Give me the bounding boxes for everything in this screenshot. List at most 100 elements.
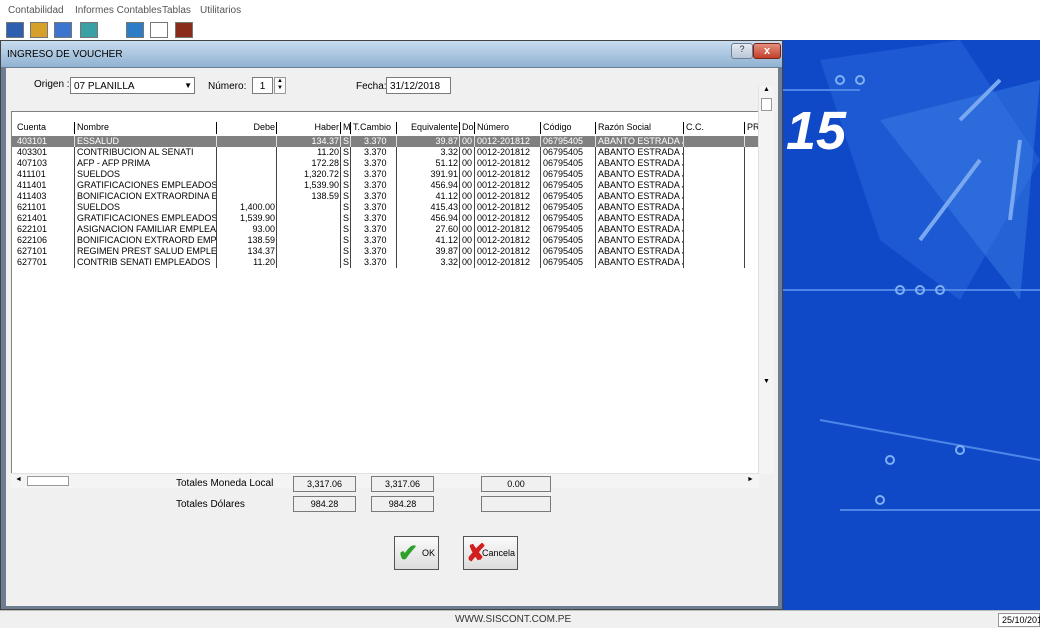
table-row[interactable]: 621101 SUELDOS 1,400.00 S 3.370 415.43 00 0012-… (12, 202, 768, 213)
cell-tcambio[interactable]: 3.370 (352, 224, 397, 235)
cell-debe[interactable] (218, 191, 277, 202)
col-header-tcambio[interactable]: T.Cambio (352, 122, 397, 134)
cell-debe[interactable]: 1,400.00 (218, 202, 277, 213)
close-button[interactable]: x (753, 43, 781, 59)
cell-moneda[interactable]: S (342, 235, 351, 246)
cell-debe[interactable]: 93.00 (218, 224, 277, 235)
cell-debe[interactable]: 134.37 (218, 246, 277, 257)
cell-nombre[interactable]: BONIFICACION EXTRAORDINA EM (76, 191, 217, 202)
cell-haber[interactable] (278, 246, 341, 257)
cell-numero[interactable]: 0012-201812 (476, 169, 541, 180)
cell-nombre[interactable]: SUELDOS (76, 202, 217, 213)
cell-haber[interactable]: 172.28 (278, 158, 341, 169)
exit-door-icon[interactable] (175, 22, 193, 38)
col-header-haber[interactable]: Haber (278, 122, 341, 134)
cell-debe[interactable]: 11.20 (218, 257, 277, 268)
scroll-thumb[interactable] (761, 98, 772, 111)
numero-field[interactable]: 1 (252, 77, 273, 94)
cell-cuenta[interactable]: 622106 (16, 235, 75, 246)
cell-haber[interactable]: 1,539.90 (278, 180, 341, 191)
cell-equivalente[interactable]: 51.12 (398, 158, 460, 169)
print-tool-icon[interactable] (126, 22, 144, 38)
cell-haber[interactable] (278, 202, 341, 213)
col-header-m[interactable]: M (342, 122, 351, 134)
cell-cuenta[interactable]: 621101 (16, 202, 75, 213)
cell-haber[interactable] (278, 235, 341, 246)
fecha-field[interactable]: 31/12/2018 (386, 77, 451, 94)
table-row[interactable]: 622106 BONIFICACION EXTRAORD EMPLE 138.59 S… (12, 235, 768, 246)
cell-doc[interactable]: 00 (461, 224, 475, 235)
cell-cc[interactable] (685, 235, 745, 246)
cell-cc[interactable] (685, 147, 745, 158)
ok-button[interactable]: ✔ OK (394, 536, 439, 570)
cell-codigo[interactable]: 06795405 (542, 158, 596, 169)
cell-cc[interactable] (685, 180, 745, 191)
cell-moneda[interactable]: S (342, 202, 351, 213)
cell-moneda[interactable]: S (342, 213, 351, 224)
cell-cuenta[interactable]: 621401 (16, 213, 75, 224)
cell-nombre[interactable]: REGIMEN PREST SALUD EMPLEAI (76, 246, 217, 257)
cell-debe[interactable] (218, 158, 277, 169)
table-row[interactable]: 411401 GRATIFICACIONES EMPLEADOS 1,539.90 S… (12, 180, 768, 191)
cell-razon-social[interactable]: ABANTO ESTRADA JES (597, 158, 684, 169)
cell-doc[interactable]: 00 (461, 147, 475, 158)
table-row[interactable]: 622101 ASIGNACION FAMILIAR EMPLEADC 93.00 S… (12, 224, 768, 235)
cell-cuenta[interactable]: 403301 (16, 147, 75, 158)
scroll-up-icon[interactable]: ▲ (761, 86, 772, 93)
cell-razon-social[interactable]: ABANTO ESTRADA JES (597, 191, 684, 202)
cell-equivalente[interactable]: 415.43 (398, 202, 460, 213)
cell-cuenta[interactable]: 407103 (16, 158, 75, 169)
cell-debe[interactable]: 138.59 (218, 235, 277, 246)
cell-codigo[interactable]: 06795405 (542, 147, 596, 158)
cell-debe[interactable] (218, 147, 277, 158)
vertical-scrollbar[interactable]: ▲ ▼ (758, 86, 774, 474)
col-header-cuenta[interactable]: Cuenta (16, 122, 75, 134)
cell-haber[interactable]: 1,320.72 (278, 169, 341, 180)
scroll-left-icon[interactable]: ◄ (15, 476, 22, 483)
cell-cuenta[interactable]: 411401 (16, 180, 75, 191)
cell-haber[interactable] (278, 224, 341, 235)
cell-cc[interactable] (685, 202, 745, 213)
col-header-cc[interactable]: C.C. (685, 122, 745, 134)
cell-nombre[interactable]: ESSALUD (76, 136, 217, 147)
cell-moneda[interactable]: S (342, 180, 351, 191)
col-header-debe[interactable]: Debe (218, 122, 277, 134)
table-row[interactable]: 621401 GRATIFICACIONES EMPLEADOS 1,539.90 S… (12, 213, 768, 224)
cell-codigo[interactable]: 06795405 (542, 224, 596, 235)
cell-razon-social[interactable]: ABANTO ESTRADA JES (597, 180, 684, 191)
cell-nombre[interactable]: BONIFICACION EXTRAORD EMPLE (76, 235, 217, 246)
cell-cuenta[interactable]: 411101 (16, 169, 75, 180)
menu-contabilidad[interactable]: Contabilidad (8, 5, 64, 16)
cell-doc[interactable]: 00 (461, 169, 475, 180)
table-row[interactable]: 627101 REGIMEN PREST SALUD EMPLEAI 134.37 S… (12, 246, 768, 257)
cell-codigo[interactable]: 06795405 (542, 169, 596, 180)
cell-equivalente[interactable]: 41.12 (398, 235, 460, 246)
cell-cuenta[interactable]: 627101 (16, 246, 75, 257)
numero-spinner[interactable]: ▲ ▼ (274, 77, 286, 94)
cell-tcambio[interactable]: 3.370 (352, 202, 397, 213)
cell-moneda[interactable]: S (342, 246, 351, 257)
cell-cc[interactable] (685, 257, 745, 268)
cell-haber[interactable]: 138.59 (278, 191, 341, 202)
chevron-down-icon[interactable]: ▼ (184, 80, 192, 91)
cell-moneda[interactable]: S (342, 224, 351, 235)
cell-haber[interactable] (278, 257, 341, 268)
cell-tcambio[interactable]: 3.370 (352, 180, 397, 191)
cell-tcambio[interactable]: 3.370 (352, 158, 397, 169)
cell-debe[interactable] (218, 136, 277, 147)
cell-razon-social[interactable]: ABANTO ESTRADA JES (597, 235, 684, 246)
cell-equivalente[interactable]: 456.94 (398, 213, 460, 224)
cell-equivalente[interactable]: 456.94 (398, 180, 460, 191)
cell-doc[interactable]: 00 (461, 246, 475, 257)
origen-select[interactable]: 07 PLANILLA ▼ (70, 77, 195, 94)
cell-cuenta[interactable]: 403101 (16, 136, 75, 147)
menu-tablas[interactable]: Tablas (162, 5, 191, 16)
cell-codigo[interactable]: 06795405 (542, 136, 596, 147)
cell-cc[interactable] (685, 246, 745, 257)
cell-codigo[interactable]: 06795405 (542, 235, 596, 246)
cell-doc[interactable]: 00 (461, 191, 475, 202)
cell-nombre[interactable]: CONTRIBUCION AL SENATI (76, 147, 217, 158)
cell-tcambio[interactable]: 3.370 (352, 257, 397, 268)
hscroll-thumb[interactable] (27, 476, 69, 486)
cell-nombre[interactable]: SUELDOS (76, 169, 217, 180)
